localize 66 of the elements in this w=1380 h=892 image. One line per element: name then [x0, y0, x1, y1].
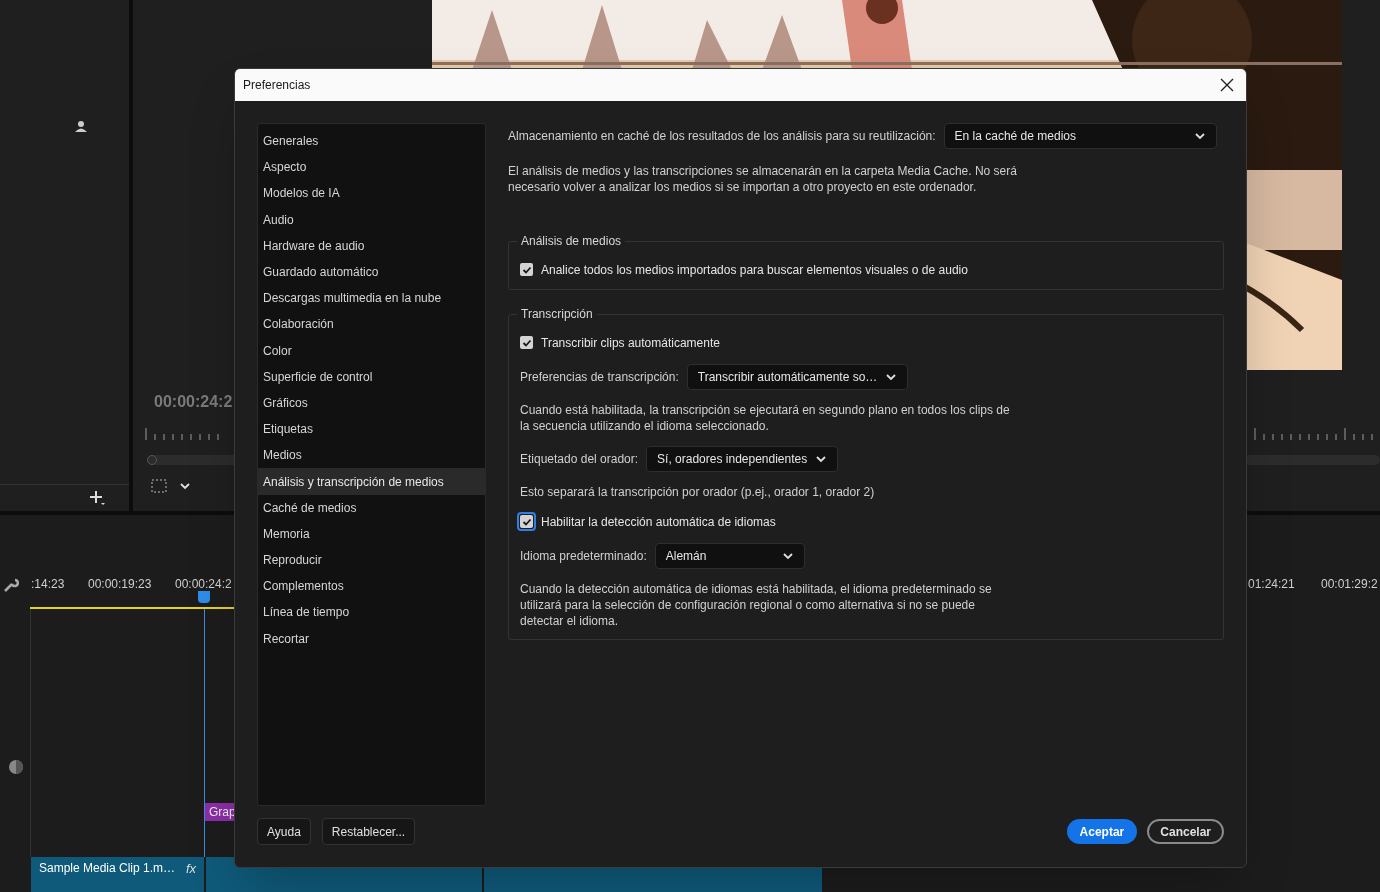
chevron-down-icon	[815, 453, 828, 465]
category-item[interactable]: Colaboración	[258, 311, 485, 338]
dialog-button[interactable]: Ayuda	[257, 818, 311, 845]
timecode: 00:00:24:2	[154, 392, 233, 412]
field-label: Idioma predeterminado:	[520, 548, 647, 565]
category-item[interactable]: Color	[258, 337, 485, 364]
accept-button[interactable]: Aceptar	[1066, 819, 1138, 844]
checkmark-icon	[521, 264, 532, 275]
playhead[interactable]	[198, 591, 210, 603]
category-item[interactable]: Etiquetas	[258, 416, 485, 443]
checkbox[interactable]	[517, 333, 536, 352]
ruler-timecode: 00:01:29:2	[1321, 576, 1379, 593]
ruler-timecode: 01:24:21	[1248, 576, 1296, 593]
category-item[interactable]: Caché de medios	[258, 494, 485, 521]
category-item[interactable]: Complementos	[258, 573, 485, 600]
chevron-down-icon	[781, 550, 794, 562]
category-item[interactable]: Modelos de IA	[258, 180, 485, 207]
chevron-down-icon	[885, 371, 898, 383]
description-text: El análisis de medios y las transcripciones se almacenarán en la carpeta Media Cache. No será necesario volver a analizar los medios si se importan a otro proyecto en este ordenador.	[508, 163, 1018, 195]
safe-margins-icon[interactable]	[151, 479, 167, 493]
description-text: Cuando la detección automática de idiomas está habilitada, el idioma predeterminado se utilizará para la selección de configuración regional o como alternativa si no se puede detectar el idioma.	[520, 581, 993, 630]
field-label: Almacenamiento en caché de los resultados de los análisis para su reutilización:	[508, 128, 936, 145]
add-icon[interactable]	[89, 490, 105, 506]
checkmark-icon	[521, 337, 532, 348]
dialog-button[interactable]: Restablecer...	[321, 818, 416, 845]
checkmark-icon	[521, 516, 532, 527]
category-item[interactable]: Generales	[258, 128, 485, 155]
category-item[interactable]: Medios	[258, 442, 485, 469]
description-text: Cuando está habilitada, la transcripción se ejecutará en segundo plano en todos los clips de la secuencia utilizando el idioma seleccionado.	[520, 402, 1010, 435]
category-item[interactable]: Línea de tiempo	[258, 599, 485, 626]
dropdown[interactable]: Alemán	[654, 543, 805, 569]
track-toggle-icon[interactable]	[8, 759, 24, 775]
category-item[interactable]: Descargas multimedia en la nube	[258, 285, 485, 312]
cancel-button[interactable]: Cancelar	[1147, 819, 1224, 844]
dropdown[interactable]: En la caché de medios	[943, 123, 1217, 149]
category-item[interactable]: Superficie de control	[258, 363, 485, 390]
wrench-icon[interactable]	[3, 577, 19, 593]
chevron-down-icon	[179, 480, 191, 492]
description-text: Esto separará la transcripción por orador (p.ej., orador 1, orador 2)	[520, 484, 876, 501]
category-item[interactable]: Análisis y transcripción de medios	[258, 468, 485, 495]
checkbox[interactable]	[517, 512, 536, 531]
close-icon[interactable]	[1220, 78, 1234, 92]
checkbox-label: Analice todos los medios importados para buscar elementos visuales o de audio	[541, 261, 968, 279]
chevron-down-icon	[1193, 130, 1206, 142]
ruler-timecode: 00:00:19:23	[88, 576, 153, 593]
category-item[interactable]: Guardado automático	[258, 258, 485, 286]
category-item[interactable]: Memoria	[258, 520, 485, 547]
video-clip[interactable]: Sample Media Clip 1.m… fx	[31, 857, 204, 892]
checkbox[interactable]	[517, 260, 536, 279]
user-icon	[75, 120, 87, 132]
category-item[interactable]: Reproducir	[258, 547, 485, 574]
fx-label: fx	[185, 860, 196, 878]
category-item[interactable]: Recortar	[258, 625, 485, 652]
ruler-timecode: 00:00:24:2	[175, 576, 233, 593]
dropdown[interactable]: Sí, oradores independientes	[646, 446, 839, 472]
dropdown[interactable]: Transcribir automáticamente so…	[686, 364, 909, 390]
field-label: Preferencias de transcripción:	[520, 369, 679, 386]
category-item[interactable]: Aspecto	[258, 154, 485, 181]
ruler-timecode: :14:23	[31, 576, 66, 593]
field-label: Etiquetado del orador:	[520, 451, 639, 468]
category-item[interactable]: Hardware de audio	[258, 232, 485, 259]
checkbox-label: Transcribir clips automáticamente	[541, 334, 720, 352]
checkbox-label: Habilitar la detección automática de idiomas	[541, 513, 776, 531]
category-item[interactable]: Audio	[258, 206, 485, 233]
dialog-title: Preferencias	[243, 77, 311, 94]
category-item[interactable]: Gráficos	[258, 389, 485, 417]
